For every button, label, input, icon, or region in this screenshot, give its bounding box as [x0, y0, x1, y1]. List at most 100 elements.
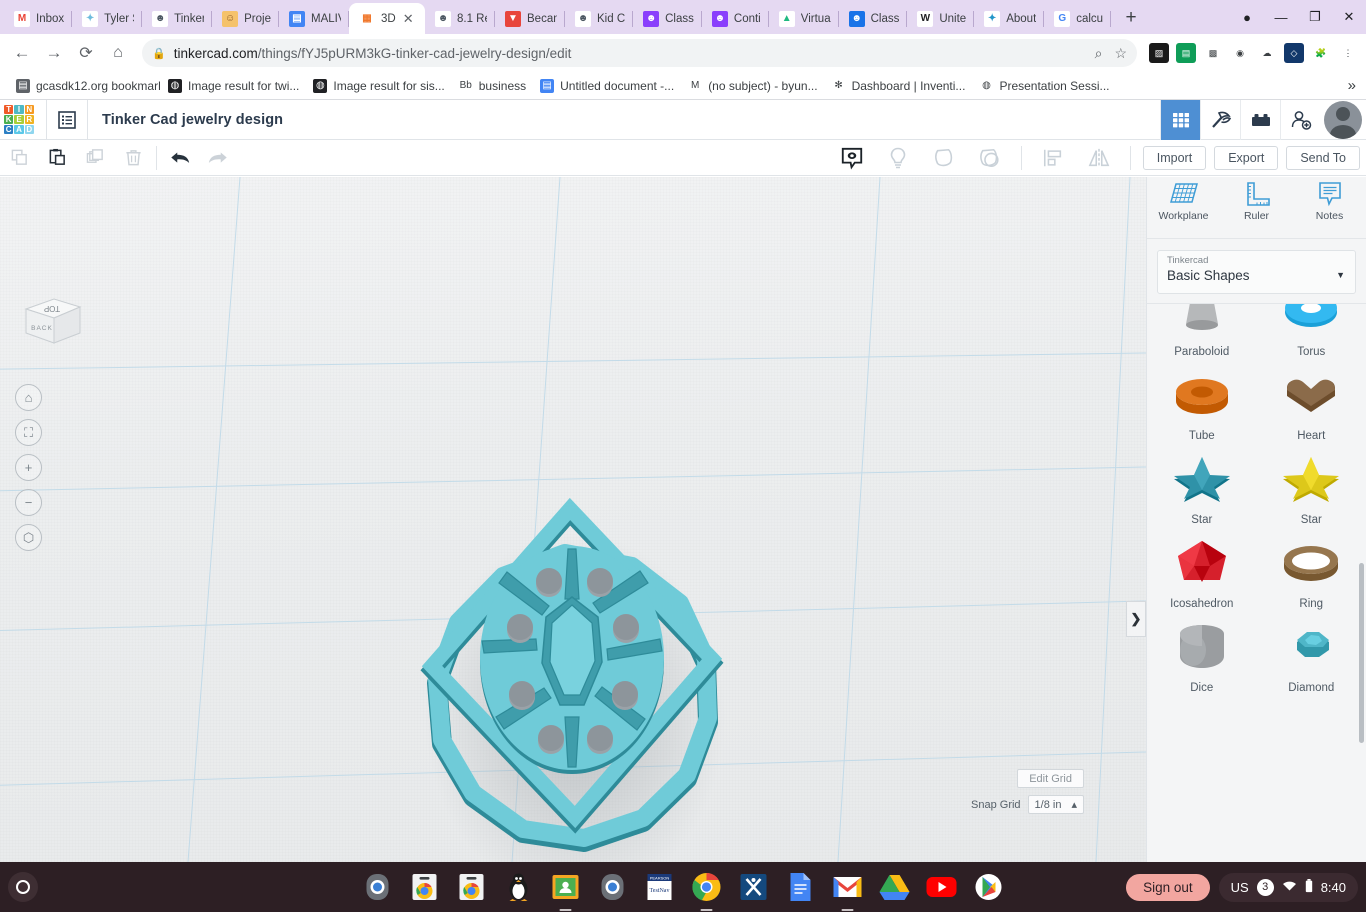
shape-item-dice[interactable]: Dice: [1152, 610, 1252, 694]
browser-tab[interactable]: ☻ Conti: [702, 3, 769, 34]
tab-close-button[interactable]: ✕: [403, 12, 414, 25]
browser-tab[interactable]: ☻ Tinker: [142, 3, 212, 34]
zoom-out-button[interactable]: −: [15, 489, 42, 516]
bookmarks-overflow-button[interactable]: »: [1348, 77, 1356, 94]
add-person-icon[interactable]: [1280, 100, 1320, 140]
browser-tab[interactable]: ✦ Tyler S: [72, 3, 142, 34]
edit-grid-button[interactable]: Edit Grid: [1017, 769, 1084, 788]
bookmark-item[interactable]: ◍Presentation Sessi...: [973, 76, 1115, 96]
browser-tab[interactable]: ☻ 8.1 Re: [425, 3, 495, 34]
shape-item-star[interactable]: Star: [1152, 442, 1252, 526]
reload-button[interactable]: ⟳: [72, 39, 100, 67]
chromeos-launcher-icon[interactable]: [8, 872, 38, 902]
bookmark-item[interactable]: ◍Image result for sis...: [307, 76, 450, 96]
sheets-extension[interactable]: ▤: [1176, 43, 1196, 63]
3d-workplane-canvas[interactable]: TOP BACK ⌂ ⛶ + − ⬡ ❯ Edit Grid Snap Grid…: [0, 177, 1146, 862]
bookmark-item[interactable]: M(no subject) - byun...: [682, 76, 823, 96]
chrome-app-shortcut-1[interactable]: [408, 870, 442, 904]
maximize-button[interactable]: ❐: [1298, 0, 1332, 34]
gmail-app[interactable]: [831, 870, 865, 904]
paste-button[interactable]: [38, 140, 76, 176]
shape-item-ring[interactable]: Ring: [1262, 526, 1362, 610]
perspective-toggle-button[interactable]: ⬡: [15, 524, 42, 551]
import-button[interactable]: Import: [1143, 146, 1206, 170]
mirror-icon[interactable]: [1080, 140, 1118, 176]
qr-code-extension[interactable]: ▩: [1203, 43, 1223, 63]
sign-out-button[interactable]: Sign out: [1126, 874, 1210, 901]
pickaxe-icon[interactable]: [1200, 100, 1240, 140]
back-button[interactable]: ←: [8, 39, 36, 67]
shape-list-scrollbar[interactable]: [1359, 563, 1364, 743]
shape-outline-icon[interactable]: [925, 140, 963, 176]
ruler-tool[interactable]: Ruler: [1226, 181, 1288, 222]
trash-icon[interactable]: [114, 140, 152, 176]
forward-button[interactable]: →: [40, 39, 68, 67]
browser-tab[interactable]: ☺ Proje: [212, 3, 279, 34]
fit-view-button[interactable]: ⛶: [15, 419, 42, 446]
bookmark-item[interactable]: Bbbusiness: [453, 76, 532, 96]
align-icon[interactable]: [1034, 140, 1072, 176]
shape-library-select[interactable]: Tinkercad Basic Shapes ▼: [1157, 250, 1356, 294]
browser-tab[interactable]: ▲ Virtua: [769, 3, 839, 34]
home-view-button[interactable]: ⌂: [15, 384, 42, 411]
design-title[interactable]: Tinker Cad jewelry design: [88, 112, 283, 128]
google-drive-app[interactable]: [878, 870, 912, 904]
play-store-app[interactable]: [972, 870, 1006, 904]
qr-scanner-extension[interactable]: ▨: [1149, 43, 1169, 63]
record-extension[interactable]: ◉: [1230, 43, 1250, 63]
apps-grid-button[interactable]: [1160, 100, 1200, 140]
shape-item-heart[interactable]: Heart: [1262, 358, 1362, 442]
jewelry-pendant-model[interactable]: [360, 467, 780, 862]
tinkercad-logo-icon[interactable]: TINKERCAD: [4, 105, 34, 135]
browser-tab[interactable]: ▤ MALIV: [279, 3, 349, 34]
chrome-app-shortcut-2[interactable]: [455, 870, 489, 904]
export-button[interactable]: Export: [1214, 146, 1278, 170]
new-tab-button[interactable]: +: [1117, 4, 1145, 32]
notes-tool[interactable]: Notes: [1299, 181, 1361, 222]
browser-tab[interactable]: ✦ About: [974, 3, 1044, 34]
lightbulb-icon[interactable]: [879, 140, 917, 176]
bookmark-item[interactable]: ◍Image result for twi...: [162, 76, 305, 96]
browser-tab[interactable]: G calcu: [1044, 3, 1111, 34]
blue-diamond-extension[interactable]: ◇: [1284, 43, 1304, 63]
bookmark-item[interactable]: ▤Untitled document -...: [534, 76, 680, 96]
duplicate-button[interactable]: [76, 140, 114, 176]
browser-tab[interactable]: ▦ 3D ✕: [349, 3, 425, 34]
bookmark-item[interactable]: ✻Dashboard | Inventi...: [826, 76, 972, 96]
address-bar[interactable]: 🔒 tinkercad.com/things/fYJ5pURM3kG-tinke…: [142, 39, 1137, 67]
send-to-button[interactable]: Send To: [1286, 146, 1360, 170]
shape-item-paraboloid[interactable]: Paraboloid: [1152, 303, 1252, 358]
google-docs-app[interactable]: [784, 870, 818, 904]
extensions-puzzle[interactable]: 🧩: [1311, 43, 1331, 63]
minimize-button[interactable]: —: [1264, 0, 1298, 34]
snap-grid-select[interactable]: 1/8 in ▴: [1028, 795, 1084, 814]
linux-terminal-app[interactable]: [502, 870, 536, 904]
shape-item-torus[interactable]: Torus: [1262, 303, 1362, 358]
camera-app[interactable]: [361, 870, 395, 904]
browser-tab[interactable]: ☻ Class: [839, 3, 908, 34]
group-icon[interactable]: [833, 140, 871, 176]
word-cloud-extension[interactable]: ☁: [1257, 43, 1277, 63]
shape-item-icosahedron[interactable]: Icosahedron: [1152, 526, 1252, 610]
copy-button[interactable]: [0, 140, 38, 176]
youtube-app[interactable]: [925, 870, 959, 904]
profile-indicator-icon[interactable]: ●: [1230, 0, 1264, 34]
bookmark-star-icon[interactable]: ☆: [1114, 45, 1127, 62]
camera-app-2[interactable]: [596, 870, 630, 904]
browser-tab[interactable]: ☻ Kid C: [565, 3, 633, 34]
user-avatar[interactable]: [1324, 101, 1362, 139]
lego-brick-icon[interactable]: [1240, 100, 1280, 140]
shape-item-star[interactable]: Star: [1262, 442, 1362, 526]
shape-circle-icon[interactable]: [971, 140, 1009, 176]
redo-arrow-icon[interactable]: [199, 140, 237, 176]
home-button[interactable]: ⌂: [104, 39, 132, 67]
list-menu-icon[interactable]: [47, 100, 87, 140]
view-cube[interactable]: TOP BACK: [18, 295, 84, 355]
google-classroom-app[interactable]: [549, 870, 583, 904]
shape-item-diamond[interactable]: Diamond: [1262, 610, 1362, 694]
workplane-tool[interactable]: Workplane: [1153, 181, 1215, 222]
bookmark-item[interactable]: ▤gcasdk12.org bookmarks: [10, 76, 160, 96]
browser-tab[interactable]: ☻ Class: [633, 3, 702, 34]
zoom-out-icon[interactable]: ⌕: [1095, 45, 1103, 62]
shape-list[interactable]: Paraboloid Torus Tube Heart Star Star: [1147, 303, 1366, 862]
